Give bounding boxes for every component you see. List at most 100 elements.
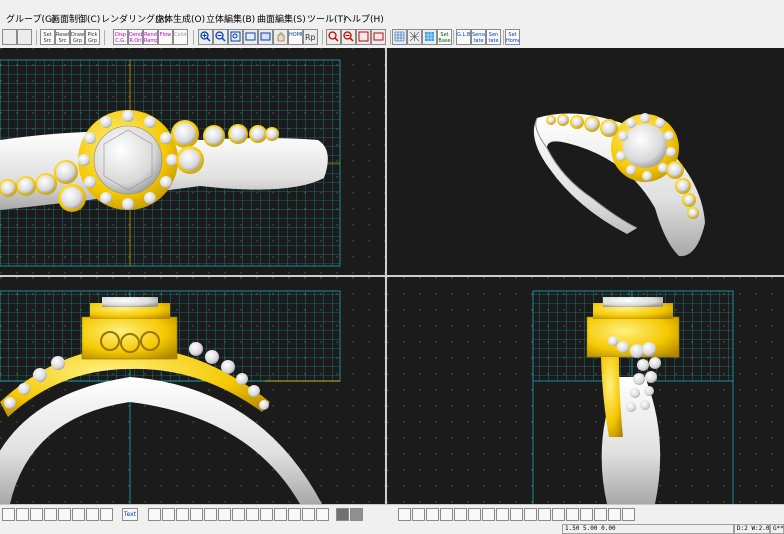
- reset-source-label: Reset Src: [56, 32, 70, 44]
- front-tool-button[interactable]: [316, 508, 329, 521]
- front-tool-button[interactable]: [218, 508, 231, 521]
- set-source-label: Set Src: [43, 32, 52, 44]
- menu-group[interactable]: グループ(G): [6, 12, 55, 25]
- view-tool-button[interactable]: [16, 508, 29, 521]
- blue-grid-button[interactable]: [422, 29, 437, 45]
- display-cg-button[interactable]: Disp C.G.: [113, 29, 128, 45]
- side-view-canvas: [387, 277, 784, 504]
- front-tool-button[interactable]: [260, 508, 273, 521]
- toolbar-separator: [193, 30, 194, 45]
- red-zoom-out-button[interactable]: [341, 29, 356, 45]
- toolbar-separator: [322, 30, 323, 45]
- menu-surface-edit[interactable]: 曲面編集(S): [257, 12, 306, 25]
- menu-tools[interactable]: ツール(T): [307, 12, 347, 25]
- view-tool-button[interactable]: [30, 508, 43, 521]
- pan-button[interactable]: [273, 29, 288, 45]
- viewport-area: [0, 48, 784, 504]
- side-tool-button[interactable]: [482, 508, 495, 521]
- side-view[interactable]: [387, 277, 784, 504]
- window-tile-button[interactable]: [17, 29, 32, 45]
- window-list-button[interactable]: [2, 29, 17, 45]
- front-tool-button[interactable]: [274, 508, 287, 521]
- dend-button[interactable]: Dend R.Ori: [128, 29, 143, 45]
- view-tool-button[interactable]: [72, 508, 85, 521]
- front-tool-button[interactable]: [288, 508, 301, 521]
- side-tool-button[interactable]: [412, 508, 425, 521]
- menu-solid-create[interactable]: 立体生成(O): [155, 12, 205, 25]
- sense-tate-label: Sense tate: [472, 32, 486, 44]
- set-home-button[interactable]: Set Home: [505, 29, 520, 45]
- side-tool-button[interactable]: [426, 508, 439, 521]
- rotate-view-button[interactable]: Rp: [303, 29, 318, 45]
- shade-dark-button[interactable]: [336, 508, 349, 521]
- shade-light-button[interactable]: [350, 508, 363, 521]
- sen-tate-button[interactable]: Sen tate: [486, 29, 501, 45]
- side-tool-button[interactable]: [398, 508, 411, 521]
- menu-screen-control[interactable]: 画面制御(C): [51, 12, 100, 25]
- front-tool-button[interactable]: [302, 508, 315, 521]
- view-tool-button[interactable]: [58, 508, 71, 521]
- zoom-out-icon: [215, 31, 226, 42]
- flow-label: Flow: [159, 32, 172, 38]
- front-view[interactable]: [0, 277, 385, 504]
- side-tool-button[interactable]: [440, 508, 453, 521]
- view-tool-button[interactable]: [44, 508, 57, 521]
- side-tool-button[interactable]: [496, 508, 509, 521]
- front-tool-button[interactable]: [162, 508, 175, 521]
- pick-group-button[interactable]: Pick Grp: [85, 29, 100, 45]
- side-tool-button[interactable]: [552, 508, 565, 521]
- zoom-all-button[interactable]: [243, 29, 258, 45]
- fit-view-button[interactable]: [258, 29, 273, 45]
- side-tool-button[interactable]: [538, 508, 551, 521]
- red-zoom-all-button[interactable]: [371, 29, 386, 45]
- set-base-label: Set Base: [438, 32, 451, 44]
- front-tool-button[interactable]: [190, 508, 203, 521]
- front-view-canvas: [0, 277, 385, 504]
- top-view[interactable]: [0, 48, 385, 275]
- draw-group-button[interactable]: Draw Grp: [70, 29, 85, 45]
- blue-grid-icon: [425, 32, 434, 41]
- dot-grid-icon: [409, 31, 420, 42]
- zoom-in-button[interactable]: [198, 29, 213, 45]
- side-tool-button[interactable]: [454, 508, 467, 521]
- side-tool-button[interactable]: [622, 508, 635, 521]
- menu-solid-edit[interactable]: 立体編集(B): [206, 12, 255, 25]
- fit-view-icon: [260, 32, 271, 41]
- red-zoom-window-button[interactable]: [356, 29, 371, 45]
- side-tool-button[interactable]: [608, 508, 621, 521]
- dot-grid-button[interactable]: [407, 29, 422, 45]
- flow-button[interactable]: Flow: [158, 29, 173, 45]
- zoom-window-button[interactable]: [228, 29, 243, 45]
- view-tool-button[interactable]: [86, 508, 99, 521]
- red-zoom-in-button[interactable]: [326, 29, 341, 45]
- red-zoom-all-icon: [373, 32, 384, 41]
- home-button[interactable]: HOME: [288, 29, 303, 45]
- front-tool-button[interactable]: [176, 508, 189, 521]
- text-button[interactable]: Text: [122, 508, 138, 521]
- view-tool-button[interactable]: [2, 508, 15, 521]
- front-tool-button[interactable]: [204, 508, 217, 521]
- side-tool-button[interactable]: [524, 508, 537, 521]
- render-ramp-button[interactable]: Rend Ramp: [143, 29, 158, 45]
- front-tool-button[interactable]: [148, 508, 161, 521]
- front-tool-button[interactable]: [246, 508, 259, 521]
- set-source-button[interactable]: Set Src: [40, 29, 55, 45]
- grid-toggle-button[interactable]: [392, 29, 407, 45]
- side-tool-button[interactable]: [594, 508, 607, 521]
- reset-source-button[interactable]: Reset Src: [55, 29, 70, 45]
- glb-button[interactable]: G.L.B.: [456, 29, 471, 45]
- display-cg-label: Disp C.G.: [114, 32, 127, 44]
- side-tool-button[interactable]: [468, 508, 481, 521]
- side-tool-button[interactable]: [580, 508, 593, 521]
- zoom-out-button[interactable]: [213, 29, 228, 45]
- view-tool-button[interactable]: [100, 508, 113, 521]
- side-tool-button[interactable]: [510, 508, 523, 521]
- set-base-button[interactable]: Set Base: [437, 29, 452, 45]
- color-button[interactable]: Colot: [173, 29, 188, 45]
- side-tool-button[interactable]: [566, 508, 579, 521]
- draw-group-label: Draw Grp: [71, 32, 85, 44]
- menu-help[interactable]: ヘルプ(H): [343, 12, 384, 25]
- sense-tate-button[interactable]: Sense tate: [471, 29, 486, 45]
- front-tool-button[interactable]: [232, 508, 245, 521]
- perspective-view[interactable]: [387, 48, 784, 275]
